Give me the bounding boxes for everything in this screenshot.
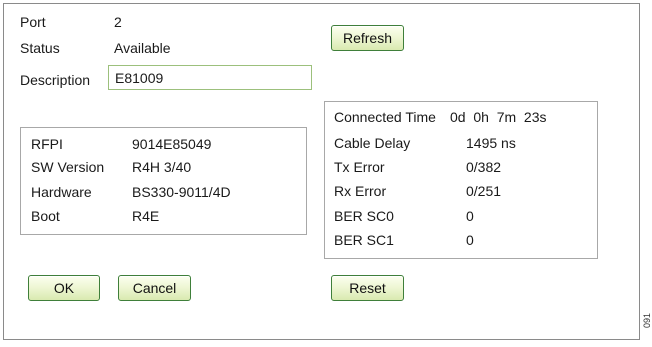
rx-error-value: 0/251 — [466, 183, 502, 199]
sw-version-label: SW Version — [31, 159, 105, 175]
status-label: Status — [20, 40, 60, 56]
tx-error-value: 0/382 — [466, 159, 502, 175]
rfpi-label: RFPI — [31, 136, 63, 152]
status-value: Available — [114, 40, 171, 56]
ber-sc1-value: 0 — [466, 232, 474, 248]
ber-sc0-label: BER SC0 — [334, 208, 394, 224]
hardware-label: Hardware — [31, 184, 92, 200]
ok-button[interactable]: OK — [28, 275, 100, 301]
reset-button[interactable]: Reset — [331, 275, 404, 301]
cable-delay-value: 1495 ns — [466, 135, 516, 151]
tx-error-label: Tx Error — [334, 159, 385, 175]
cable-delay-label: Cable Delay — [334, 135, 411, 151]
link-stats-box: Connected Time 0d 0h 7m 23s Cable Delay … — [324, 101, 598, 259]
connected-time-value: 0d 0h 7m 23s — [450, 109, 547, 125]
port-value: 2 — [114, 14, 122, 30]
hardware-value: BS330-9011/4D — [132, 184, 231, 200]
refresh-button[interactable]: Refresh — [331, 25, 404, 51]
description-label: Description — [20, 72, 91, 88]
ber-sc0-value: 0 — [466, 208, 474, 224]
connected-time-label: Connected Time — [334, 109, 436, 125]
rx-error-label: Rx Error — [334, 183, 387, 199]
device-info-box: RFPI 9014E85049 SW Version R4H 3/40 Hard… — [20, 127, 307, 235]
boot-label: Boot — [31, 208, 60, 224]
boot-value: R4E — [132, 208, 160, 224]
figure-id-label: 091 — [642, 312, 652, 328]
cancel-button[interactable]: Cancel — [118, 275, 191, 301]
rfpi-value: 9014E85049 — [132, 136, 212, 152]
ber-sc1-label: BER SC1 — [334, 232, 394, 248]
description-input[interactable] — [108, 65, 312, 90]
sw-version-value: R4H 3/40 — [132, 159, 192, 175]
port-label: Port — [20, 14, 46, 30]
